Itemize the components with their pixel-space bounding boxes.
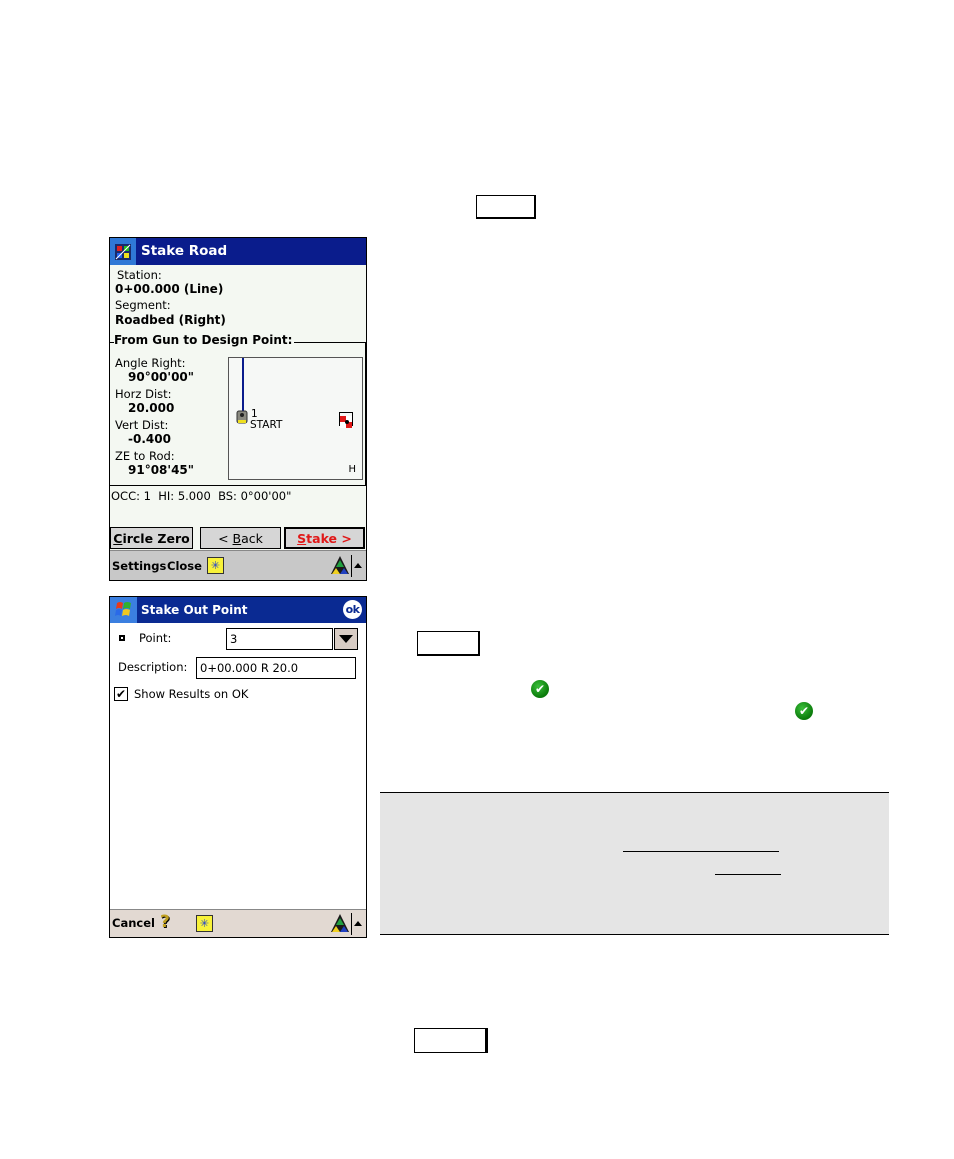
back-button[interactable]: < Back — [200, 527, 281, 549]
mnemonic: B — [232, 530, 242, 546]
button-prefix: < — [218, 530, 233, 546]
horz-dist-value: 20.000 — [128, 401, 175, 415]
triangle-logo-icon[interactable] — [330, 913, 352, 935]
show-results-label[interactable]: Show Results on OK — [134, 687, 248, 701]
occupation-status: OCC: 1 HI: 5.000 BS: 0°00'00" — [111, 489, 292, 503]
mnemonic: C — [113, 530, 123, 546]
description-input[interactable]: 0+00.000 R 20.0 — [196, 657, 356, 679]
alignment-line — [242, 358, 244, 416]
point-bullet-icon — [119, 635, 125, 641]
road-app-icon[interactable] — [110, 238, 136, 265]
windows-start-icon[interactable] — [110, 597, 137, 623]
check-icon: ✔ — [531, 680, 549, 698]
title-bar: Stake Road — [110, 238, 366, 265]
station-label: Station: — [117, 268, 162, 282]
link-underline[interactable] — [715, 874, 781, 875]
mode-indicator[interactable]: H — [348, 464, 356, 475]
stake-out-point-screen: Stake Out Point ok Point: 3 Description:… — [109, 596, 367, 938]
window-title: Stake Road — [141, 243, 228, 259]
key-placeholder-1 — [476, 195, 536, 219]
star-icon[interactable]: ✳ — [196, 915, 213, 932]
show-results-checkbox[interactable]: ✔ — [114, 687, 128, 701]
mnemonic: S — [297, 530, 307, 546]
sip-up-arrow-icon[interactable] — [354, 921, 362, 926]
sip-up-arrow-icon[interactable] — [354, 563, 362, 568]
check-icon: ✔ — [795, 702, 813, 720]
command-bar: Settings Close ✳ — [110, 550, 366, 580]
ze-to-rod-label: ZE to Rod: — [115, 449, 175, 463]
ok-button[interactable]: ok — [343, 600, 362, 619]
stake-button[interactable]: Stake > — [284, 527, 365, 549]
button-label: ack — [241, 530, 263, 546]
point-label: Point: — [139, 631, 172, 645]
angle-right-label: Angle Right: — [115, 356, 186, 370]
station-value: 0+00.000 (Line) — [115, 282, 224, 296]
command-bar: Cancel ? ✳ — [110, 909, 366, 937]
horz-dist-label: Horz Dist: — [115, 387, 172, 401]
button-label: take > — [306, 530, 352, 546]
chevron-down-icon — [339, 635, 353, 643]
segment-label: Segment: — [115, 298, 171, 312]
close-menu[interactable]: Close — [167, 559, 202, 573]
instrument-icon — [236, 409, 248, 425]
group-title: From Gun to Design Point: — [114, 333, 295, 347]
vert-dist-label: Vert Dist: — [115, 418, 169, 432]
button-label: ircle Zero — [122, 530, 190, 546]
segment-value: Roadbed (Right) — [115, 313, 226, 327]
note-panel — [380, 792, 889, 935]
key-placeholder-3 — [414, 1028, 488, 1053]
angle-right-value: 90°00'00" — [128, 370, 195, 384]
title-bar: Stake Out Point ok — [110, 597, 366, 623]
separator — [351, 555, 352, 577]
target-icon — [339, 412, 353, 428]
key-placeholder-2 — [417, 631, 480, 656]
separator — [351, 913, 352, 935]
ze-to-rod-value: 91°08'45" — [128, 463, 195, 477]
point-input[interactable]: 3 — [226, 628, 333, 650]
stake-road-screen: Stake Road Station: 0+00.000 (Line) Segm… — [109, 237, 367, 581]
settings-menu[interactable]: Settings — [112, 559, 166, 573]
window-title: Stake Out Point — [141, 603, 248, 617]
help-icon[interactable]: ? — [160, 912, 170, 932]
circle-zero-button[interactable]: Circle Zero — [110, 527, 193, 549]
vert-dist-value: -0.400 — [128, 432, 171, 446]
point-dropdown-button[interactable] — [334, 628, 358, 650]
triangle-logo-icon[interactable] — [330, 555, 352, 577]
star-icon[interactable]: ✳ — [207, 557, 224, 574]
link-underline[interactable] — [623, 851, 779, 852]
point-label: START — [250, 419, 283, 431]
stakeout-plot[interactable]: 1 START H — [228, 357, 363, 480]
cancel-menu[interactable]: Cancel — [112, 916, 155, 930]
description-label: Description: — [118, 660, 188, 674]
